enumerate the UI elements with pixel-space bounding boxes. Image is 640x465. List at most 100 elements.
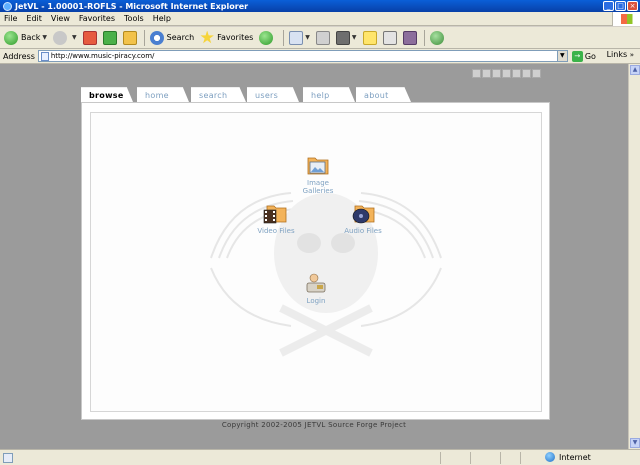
menu-bar: File Edit View Favorites Tools Help [0, 12, 640, 26]
maximize-button[interactable]: □ [615, 1, 626, 11]
print-button[interactable] [314, 28, 332, 48]
chevron-down-icon[interactable]: ▼ [72, 34, 77, 41]
login-label: Login [306, 297, 326, 305]
video-files-link[interactable]: Video Files [251, 201, 301, 235]
status-bar: Internet [0, 449, 640, 465]
scroll-up-icon[interactable]: ▲ [630, 65, 640, 75]
tab-home[interactable]: home [137, 87, 189, 102]
page-viewport: browse home search users help about Imag… [0, 64, 628, 449]
history-button[interactable] [257, 28, 278, 48]
tab-users[interactable]: users [247, 87, 299, 102]
utility-icon[interactable] [522, 69, 531, 78]
status-panel [440, 452, 441, 464]
research-button[interactable] [381, 28, 399, 48]
stop-icon [82, 30, 97, 45]
favorites-button[interactable]: Favorites [198, 28, 255, 48]
window-title: JetVL - 1.00001-ROFLS - Microsoft Intern… [15, 1, 249, 11]
toolbar-separator [143, 29, 145, 46]
chevron-right-icon: » [629, 51, 634, 59]
login-link[interactable]: Login [295, 271, 337, 305]
go-arrow-icon: → [571, 50, 583, 62]
menu-tools[interactable]: Tools [124, 14, 144, 23]
status-panel [470, 452, 471, 464]
windows-logo-icon [612, 12, 640, 26]
menu-help[interactable]: Help [153, 14, 171, 23]
utility-icon[interactable] [512, 69, 521, 78]
minimize-button[interactable]: _ [603, 1, 614, 11]
back-arrow-icon [4, 30, 18, 45]
favorites-label: Favorites [217, 33, 254, 42]
edit-icon [335, 30, 350, 45]
search-button[interactable]: Search [148, 28, 196, 48]
vertical-scrollbar[interactable]: ▲ ▼ [628, 64, 640, 449]
contacts-button[interactable] [428, 28, 449, 48]
edit-button[interactable]: ▼ [334, 28, 359, 48]
image-galleries-label-1: Image [307, 179, 329, 187]
scroll-down-icon[interactable]: ▼ [630, 438, 640, 448]
image-galleries-label-2: Galleries [302, 187, 334, 195]
tab-search[interactable]: search [191, 87, 246, 102]
go-button[interactable]: → Go [571, 50, 596, 62]
forward-button[interactable]: ▼ [51, 28, 79, 48]
menu-file[interactable]: File [4, 14, 17, 23]
toolbar-separator [283, 29, 285, 46]
utility-icon[interactable] [482, 69, 491, 78]
mail-icon [289, 30, 304, 45]
menu-edit[interactable]: Edit [26, 14, 42, 23]
messenger-icon [402, 30, 417, 45]
audio-files-link[interactable]: Audio Files [338, 201, 388, 235]
page-status-icon [3, 452, 13, 463]
menu-favorites[interactable]: Favorites [79, 14, 115, 23]
globe-icon [545, 452, 555, 462]
copyright-text: Copyright 2002-2005 JETVL Source Forge P… [221, 421, 407, 429]
utility-icon[interactable] [502, 69, 511, 78]
toolbar: Back ▼ ▼ Search Favorites ▼ ▼ [0, 27, 640, 49]
menu-view[interactable]: View [51, 14, 70, 23]
history-icon [259, 30, 274, 45]
image-galleries-link[interactable]: Image Galleries [291, 153, 345, 195]
note-icon [362, 30, 377, 45]
content-panel: Image Galleries Video Files Audio Files … [81, 102, 550, 420]
address-field[interactable]: ▼ [37, 50, 568, 62]
stop-button[interactable] [81, 28, 99, 48]
search-icon [149, 30, 164, 45]
address-input[interactable] [50, 52, 551, 60]
address-label: Address [3, 51, 35, 61]
go-label: Go [584, 51, 596, 61]
chevron-down-icon[interactable]: ▼ [42, 34, 47, 41]
tab-help[interactable]: help [303, 87, 355, 102]
address-dropdown-icon[interactable]: ▼ [556, 51, 567, 61]
tab-browse[interactable]: browse [81, 87, 133, 102]
star-icon [200, 30, 214, 44]
security-zone[interactable]: Internet [545, 452, 591, 462]
discuss-button[interactable] [361, 28, 379, 48]
audio-files-label: Audio Files [344, 227, 382, 235]
home-icon [122, 30, 137, 45]
utility-icon[interactable] [532, 69, 541, 78]
status-panel [500, 452, 501, 464]
close-button[interactable]: × [627, 1, 638, 11]
ie-logo-icon [3, 1, 12, 11]
chevron-down-icon[interactable]: ▼ [305, 34, 310, 41]
forward-arrow-icon [53, 30, 68, 45]
refresh-button[interactable] [101, 28, 119, 48]
utility-icon[interactable] [472, 69, 481, 78]
status-panel [520, 452, 521, 464]
back-button[interactable]: Back ▼ [2, 28, 49, 48]
chevron-down-icon[interactable]: ▼ [352, 34, 357, 41]
audio-folder-icon [350, 201, 376, 225]
tab-about[interactable]: about [356, 87, 411, 102]
utility-icon[interactable] [492, 69, 501, 78]
printer-icon [315, 30, 330, 45]
zone-label: Internet [559, 452, 591, 462]
refresh-icon [102, 30, 117, 45]
messenger-button[interactable] [401, 28, 419, 48]
title-bar: JetVL - 1.00001-ROFLS - Microsoft Intern… [0, 0, 640, 12]
toolbar-separator [423, 29, 425, 46]
search-label: Search [166, 33, 195, 42]
links-button[interactable]: Links » [607, 50, 634, 59]
video-files-label: Video Files [257, 227, 295, 235]
back-label: Back [21, 33, 41, 42]
mail-button[interactable]: ▼ [287, 28, 312, 48]
home-button[interactable] [121, 28, 139, 48]
